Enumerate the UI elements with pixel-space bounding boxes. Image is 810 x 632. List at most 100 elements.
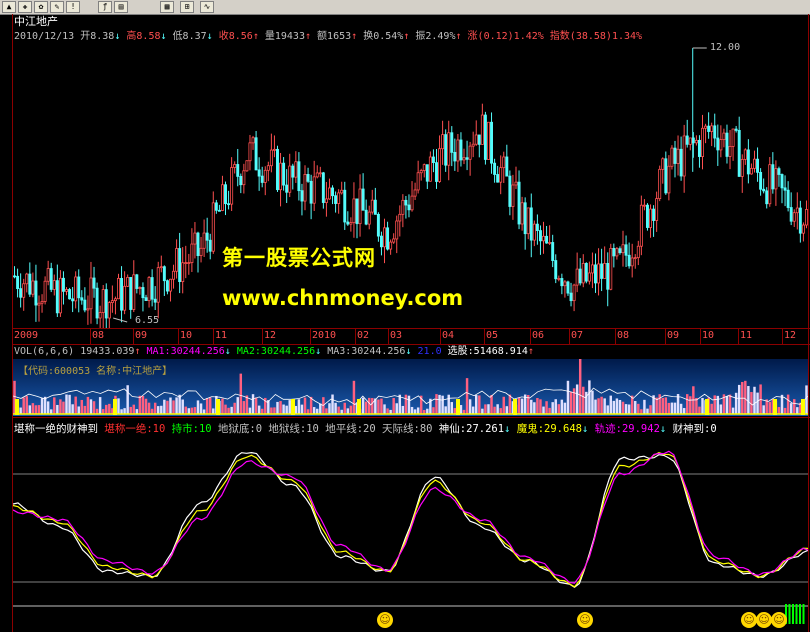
- volume-bar: [276, 401, 279, 414]
- volume-bar: [661, 397, 664, 414]
- volume-bar: [796, 407, 799, 414]
- candle-body: [28, 273, 32, 295]
- candle-body: [49, 268, 53, 290]
- volume-bar: [331, 394, 334, 414]
- candle-body: [65, 289, 68, 292]
- volume-bar: [637, 403, 640, 414]
- volume-bar: [43, 396, 47, 414]
- volume-bar: [25, 396, 28, 414]
- candle-body: [590, 264, 594, 274]
- volume-bar: [233, 402, 236, 414]
- volume-bar: [401, 405, 405, 414]
- volume-bar: [248, 407, 252, 414]
- candle-body: [257, 169, 261, 177]
- candle-body: [679, 148, 683, 177]
- candle-body: [566, 281, 570, 294]
- volume-bar: [805, 385, 808, 414]
- tool-icon-2[interactable]: ✎: [50, 1, 64, 13]
- indicator-header: 堪称一绝的财神到 堪称一绝:10 持市:10 地狱底:0 地狱线:10 地平线:…: [14, 423, 717, 435]
- candle-body: [184, 262, 188, 265]
- candle-body: [447, 132, 451, 166]
- candle-body: [636, 245, 640, 259]
- time-axis-label: 08: [92, 330, 105, 341]
- candle-body: [786, 189, 790, 208]
- candle-body: [572, 284, 576, 302]
- chart-line-icon[interactable]: ∿: [200, 1, 214, 13]
- candle-body: [337, 192, 341, 204]
- candle-body: [676, 148, 680, 164]
- volume-bar: [80, 399, 84, 414]
- volume-bar: [68, 394, 71, 414]
- volume-bar: [181, 399, 184, 414]
- time-axis-tick: [90, 329, 91, 344]
- open: 开8.38: [80, 31, 115, 42]
- turnover: 换0.54%: [363, 31, 404, 42]
- signal-bar: [795, 604, 798, 624]
- candle-body: [508, 175, 512, 207]
- candle-body: [297, 161, 301, 192]
- candle-body: [694, 139, 698, 144]
- candle-body: [159, 266, 163, 269]
- zoom-icon[interactable]: ⊞: [180, 1, 194, 13]
- candle-body: [242, 170, 246, 186]
- alert-icon[interactable]: !: [66, 1, 80, 13]
- volume-bar: [719, 404, 723, 414]
- time-axis-label: 03: [390, 330, 403, 341]
- formula-icon[interactable]: ƒ: [98, 1, 112, 13]
- volume-bar: [319, 403, 322, 414]
- candle-body: [16, 275, 20, 290]
- candle-body: [795, 207, 799, 214]
- param-dipingxian: 地平线:20: [325, 423, 376, 435]
- volume-bar: [606, 405, 609, 414]
- candle-body: [389, 241, 393, 250]
- candle-body: [236, 164, 240, 177]
- print-icon[interactable]: ▤: [114, 1, 128, 13]
- price-info-line: 2010/12/13 开8.38↓ 高8.58↓ 低8.37↓ 收8.56↑ 量…: [14, 31, 643, 42]
- candle-body: [288, 165, 292, 193]
- candle-body: [220, 184, 224, 211]
- volume-bar: [624, 404, 628, 414]
- candle-body: [474, 134, 478, 145]
- candle-body: [147, 277, 151, 301]
- grid-icon[interactable]: ▦: [160, 1, 174, 13]
- candle-body: [285, 184, 289, 193]
- candle-body: [444, 134, 448, 166]
- param-diyuxian: 地狱线:10: [268, 423, 319, 435]
- candle-body: [502, 156, 506, 169]
- volume-bar: [548, 407, 551, 414]
- volume-bar: [328, 403, 331, 414]
- candle-body: [419, 170, 423, 174]
- gear-icon[interactable]: ✿: [34, 1, 48, 13]
- volume-bar: [594, 399, 597, 414]
- candle-body: [707, 125, 711, 132]
- volume-bar: [502, 396, 505, 414]
- tool-icon[interactable]: ✚: [18, 1, 32, 13]
- smiley-icon: ☺: [377, 612, 393, 628]
- time-axis-tick: [213, 329, 214, 344]
- candle-body: [40, 301, 44, 304]
- volume-bar: [484, 404, 487, 414]
- volume-bar: [575, 384, 579, 414]
- candle-body: [83, 299, 87, 311]
- time-axis-tick: [388, 329, 389, 344]
- candle-body: [138, 287, 142, 289]
- candle-body: [413, 189, 417, 197]
- volume-signal-bar: [513, 399, 517, 415]
- candle-body: [557, 278, 561, 280]
- candle-body: [483, 114, 487, 160]
- candle-body: [425, 164, 429, 182]
- volume-bar: [734, 392, 738, 414]
- volume-bar: [789, 403, 793, 414]
- date: 2010/12/13: [14, 31, 75, 42]
- volume-bar: [600, 396, 603, 414]
- time-axis-tick: [569, 329, 570, 344]
- chart-icon[interactable]: ▲: [2, 1, 16, 13]
- candle-body: [587, 272, 591, 282]
- candle-body: [731, 128, 735, 147]
- volume-bar: [612, 400, 616, 414]
- candle-body: [230, 167, 234, 205]
- candle-body: [606, 262, 610, 290]
- volume-bar: [28, 405, 32, 414]
- candle-body: [383, 227, 386, 248]
- volume-bar: [172, 400, 175, 414]
